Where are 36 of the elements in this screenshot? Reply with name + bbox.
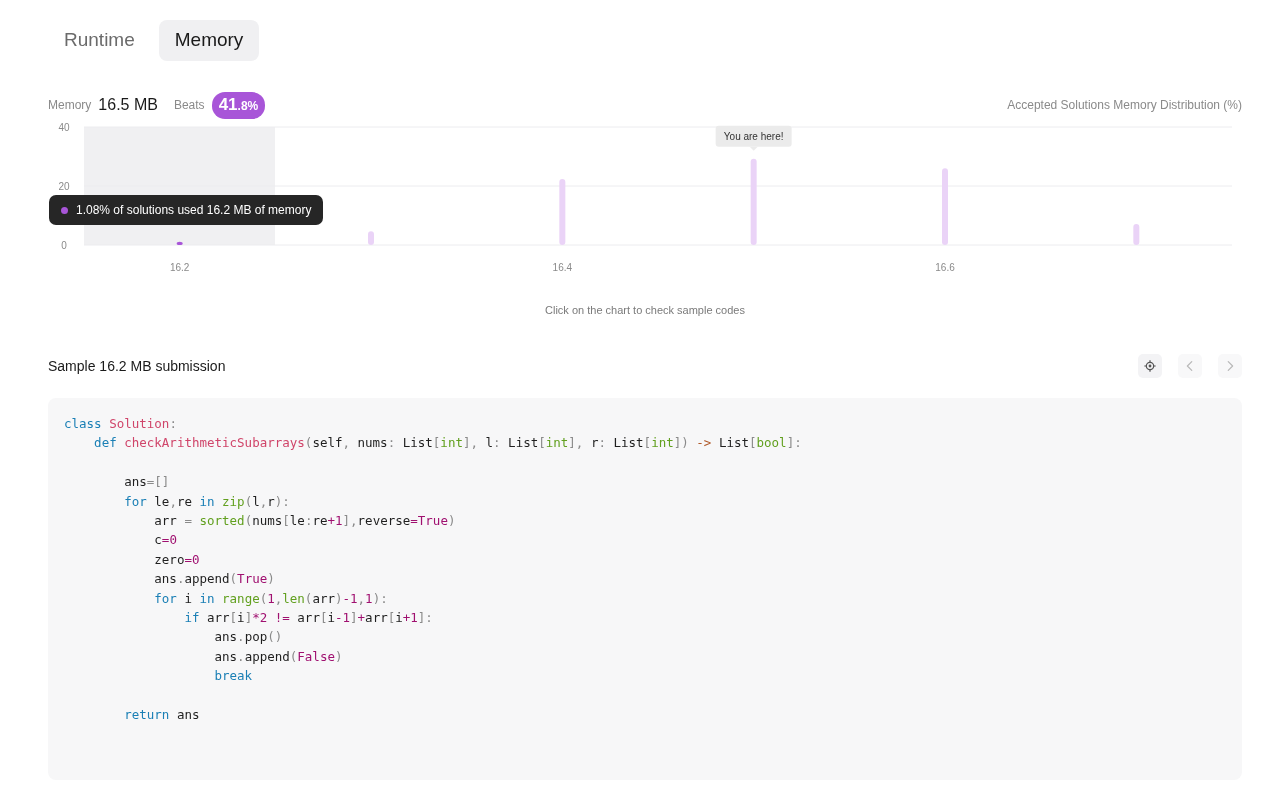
sample-title: Sample 16.2 MB submission [48, 358, 226, 374]
crosshair-icon [1143, 359, 1157, 373]
code-line: c=0 [153, 531, 178, 550]
x-tick-label: 16.2 [169, 262, 190, 273]
chart-title: Accepted Solutions Memory Distribution (%) [1007, 98, 1242, 112]
y-tick-label: 0 [61, 240, 67, 251]
you-are-here-label: You are here! [715, 125, 792, 151]
x-tick-label: 16.4 [552, 262, 573, 273]
code-line: zero=0 [153, 550, 201, 569]
beats-badge: 41.8% [211, 91, 266, 119]
y-tick-label: 20 [58, 181, 70, 192]
code-line: arr = sorted(nums[le:re+1],reverse=True) [153, 512, 457, 530]
dot-icon [61, 206, 68, 214]
memory-value: 16.5 MB [98, 96, 158, 114]
code-line: class Solution: [64, 415, 178, 433]
beats-label: Beats [173, 98, 205, 112]
locate-button[interactable] [1138, 354, 1162, 378]
annotation: You are here! [723, 130, 784, 142]
code-line: break [213, 667, 254, 686]
y-tick-label: 40 [58, 122, 70, 133]
code-line: ans.append(False) [213, 647, 344, 666]
tooltip-text: 1.08% of solutions used 16.2 MB of memory [76, 203, 312, 217]
bar[interactable] [176, 241, 183, 245]
code-line: ans=[] [123, 473, 171, 492]
hint-text: Click on the chart to check sample codes [544, 304, 746, 316]
code-line: def checkArithmeticSubarrays(self, nums: List[int], l: List[int], r: List[int]) -> List[bool]: [93, 434, 803, 453]
code-line: if arr[i]*2 != arr[i-1]+arr[i+1]: [183, 609, 434, 628]
code-line: ans.append(True) [153, 570, 276, 589]
code-line: return ans [123, 706, 201, 725]
tab[interactable]: Memory [158, 20, 260, 61]
code-line: for le,re in zip(l,r): [123, 492, 291, 511]
code-line: ans.pop() [213, 628, 284, 647]
x-tick-label: 16.6 [935, 262, 955, 273]
tab[interactable]: Runtime [50, 20, 149, 61]
memory-label: Memory [48, 98, 92, 112]
code-line: for i in range(1,len(arr)-1,1): [153, 589, 389, 608]
